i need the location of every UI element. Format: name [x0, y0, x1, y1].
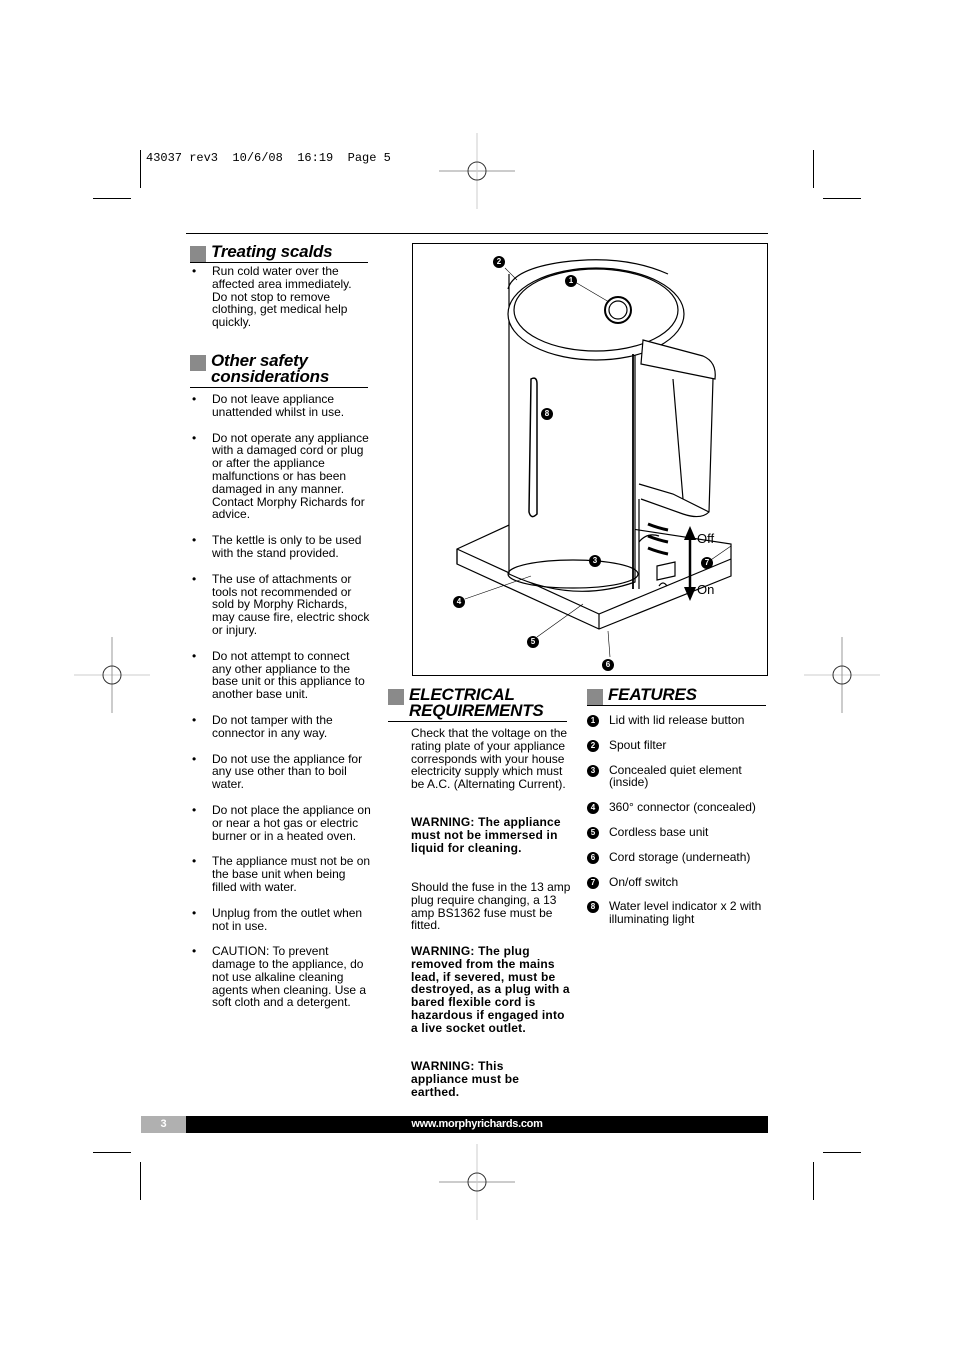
kettle-diagram — [456, 259, 732, 658]
number-badge-icon: 5 — [587, 826, 599, 839]
bullet-icon: • — [192, 392, 197, 406]
callout-2: 2 — [493, 256, 505, 268]
callout-3: 3 — [589, 555, 601, 567]
number-badge-icon: 7 — [587, 876, 599, 889]
list-item: • The use of attachments or tools not rec… — [192, 571, 370, 637]
section-heading-treating-scalds: Treating scalds — [190, 242, 368, 263]
list-item: • Do not place the appliance on or near a… — [192, 802, 371, 843]
list-item: • The appliance must not be on the base u… — [192, 854, 371, 894]
bullet-icon: • — [192, 802, 197, 817]
print-slug: 43037 rev3 10/6/08 16:19 Page 5 — [146, 151, 391, 165]
list-item: • Run cold water over the affected area i… — [192, 264, 352, 330]
number-badge-icon: 4 — [587, 802, 599, 815]
bullet-icon: • — [192, 905, 197, 920]
feature-item: 1 Lid with lid release button — [587, 714, 769, 727]
section-heading-electrical: ELECTRICAL REQUIREMENTS — [388, 685, 567, 722]
bullet-icon: • — [192, 854, 197, 869]
bullet-icon: • — [192, 944, 197, 959]
section-square-icon — [190, 246, 206, 262]
number-badge-icon: 2 — [587, 739, 599, 752]
switch-off-label: Off — [697, 531, 715, 546]
crop-mark — [93, 1152, 131, 1153]
bullet-icon: • — [192, 264, 197, 278]
number-badge-icon: 6 — [587, 851, 599, 864]
other-safety-list: • Do not leave appliance unattended whils… — [190, 393, 372, 1009]
section-square-icon — [388, 689, 404, 705]
switch-on-label: On — [697, 582, 715, 597]
list-item: • Do not tamper with the connector in any… — [192, 712, 333, 740]
section-square-icon — [190, 355, 206, 371]
crop-mark — [813, 1162, 814, 1200]
feature-item: 7 On/off switch — [587, 875, 769, 889]
callout-6: 6 — [602, 659, 614, 671]
crop-mark — [823, 1152, 861, 1153]
list-item: • CAUTION: To prevent damage to the appli… — [192, 944, 367, 1010]
callout-8: 8 — [541, 408, 553, 420]
top-rule — [186, 233, 768, 234]
feature-item: 8 Water level indicator x 2 with illumina… — [587, 900, 769, 926]
registration-mark-icon — [439, 1144, 515, 1220]
electrical-warning-immersion: WARNING: The appliance must not be immer… — [411, 815, 561, 855]
callout-5: 5 — [527, 636, 539, 648]
bullet-icon: • — [192, 571, 197, 586]
features-list: 1 Lid with lid release button 2 Spout filt… — [587, 714, 769, 926]
list-item: • The kettle is only to be used with the … — [192, 533, 362, 560]
kettle-figure: 2 1 8 3 4 5 6 7 Off On — [412, 243, 768, 676]
treating-scalds-list: • Run cold water over the affected area i… — [190, 265, 370, 329]
bullet-icon: • — [192, 533, 197, 548]
footer-page-number: 3 — [141, 1116, 186, 1133]
bullet-icon: • — [192, 712, 197, 727]
electrical-voltage-text: Check that the voltage on the rating pla… — [411, 726, 568, 792]
number-badge-icon: 3 — [587, 764, 599, 777]
list-item: • Do not leave appliance unattended whils… — [192, 392, 345, 419]
electrical-warning-plug: WARNING: The plug removed from the mains… — [411, 944, 570, 1035]
heading-text: Treating scalds — [211, 242, 333, 261]
registration-mark-icon — [74, 637, 150, 713]
bullet-icon: • — [192, 751, 197, 766]
callout-1: 1 — [565, 275, 577, 287]
crop-mark — [140, 150, 141, 188]
number-badge-icon: 1 — [587, 715, 599, 727]
electrical-fuse-text: Should the fuse in the 13 amp plug requi… — [411, 880, 571, 933]
number-badge-icon: 8 — [587, 901, 599, 914]
list-item: • Do not attempt to connect any other app… — [192, 648, 365, 702]
heading-text: ELECTRICAL REQUIREMENTS — [409, 685, 544, 720]
callout-4: 4 — [453, 596, 465, 608]
section-heading-features: FEATURES — [587, 685, 766, 706]
crop-mark — [813, 150, 814, 188]
list-item: • Do not use the appliance for any use ot… — [192, 751, 363, 792]
section-heading-other-safety: Other safety considerations — [190, 351, 368, 388]
heading-text: FEATURES — [608, 685, 697, 704]
feature-item: 5 Cordless base unit — [587, 826, 769, 839]
crop-mark — [823, 198, 861, 199]
electrical-warning-earthed: WARNING: This appliance must be earthed. — [411, 1059, 520, 1099]
list-item: • Unplug from the outlet when not in use. — [192, 905, 363, 933]
registration-mark-icon — [439, 133, 515, 209]
section-square-icon — [587, 689, 603, 705]
feature-item: 2 Spout filter — [587, 738, 769, 752]
crop-mark — [140, 1162, 141, 1200]
heading-text: Other safety considerations — [211, 351, 330, 386]
bullet-icon: • — [192, 430, 197, 445]
registration-mark-icon — [804, 637, 880, 713]
feature-item: 6 Cord storage (underneath) — [587, 850, 769, 864]
list-item: • Do not operate any appliance with a dam… — [192, 430, 369, 522]
crop-mark — [93, 198, 131, 199]
footer-website: www.morphyrichards.com — [186, 1116, 768, 1133]
callout-7: 7 — [701, 557, 713, 569]
bullet-icon: • — [192, 648, 197, 663]
feature-item: 4 360° connector (concealed) — [587, 801, 769, 815]
feature-item: 3 Concealed quiet element (inside) — [587, 763, 769, 790]
